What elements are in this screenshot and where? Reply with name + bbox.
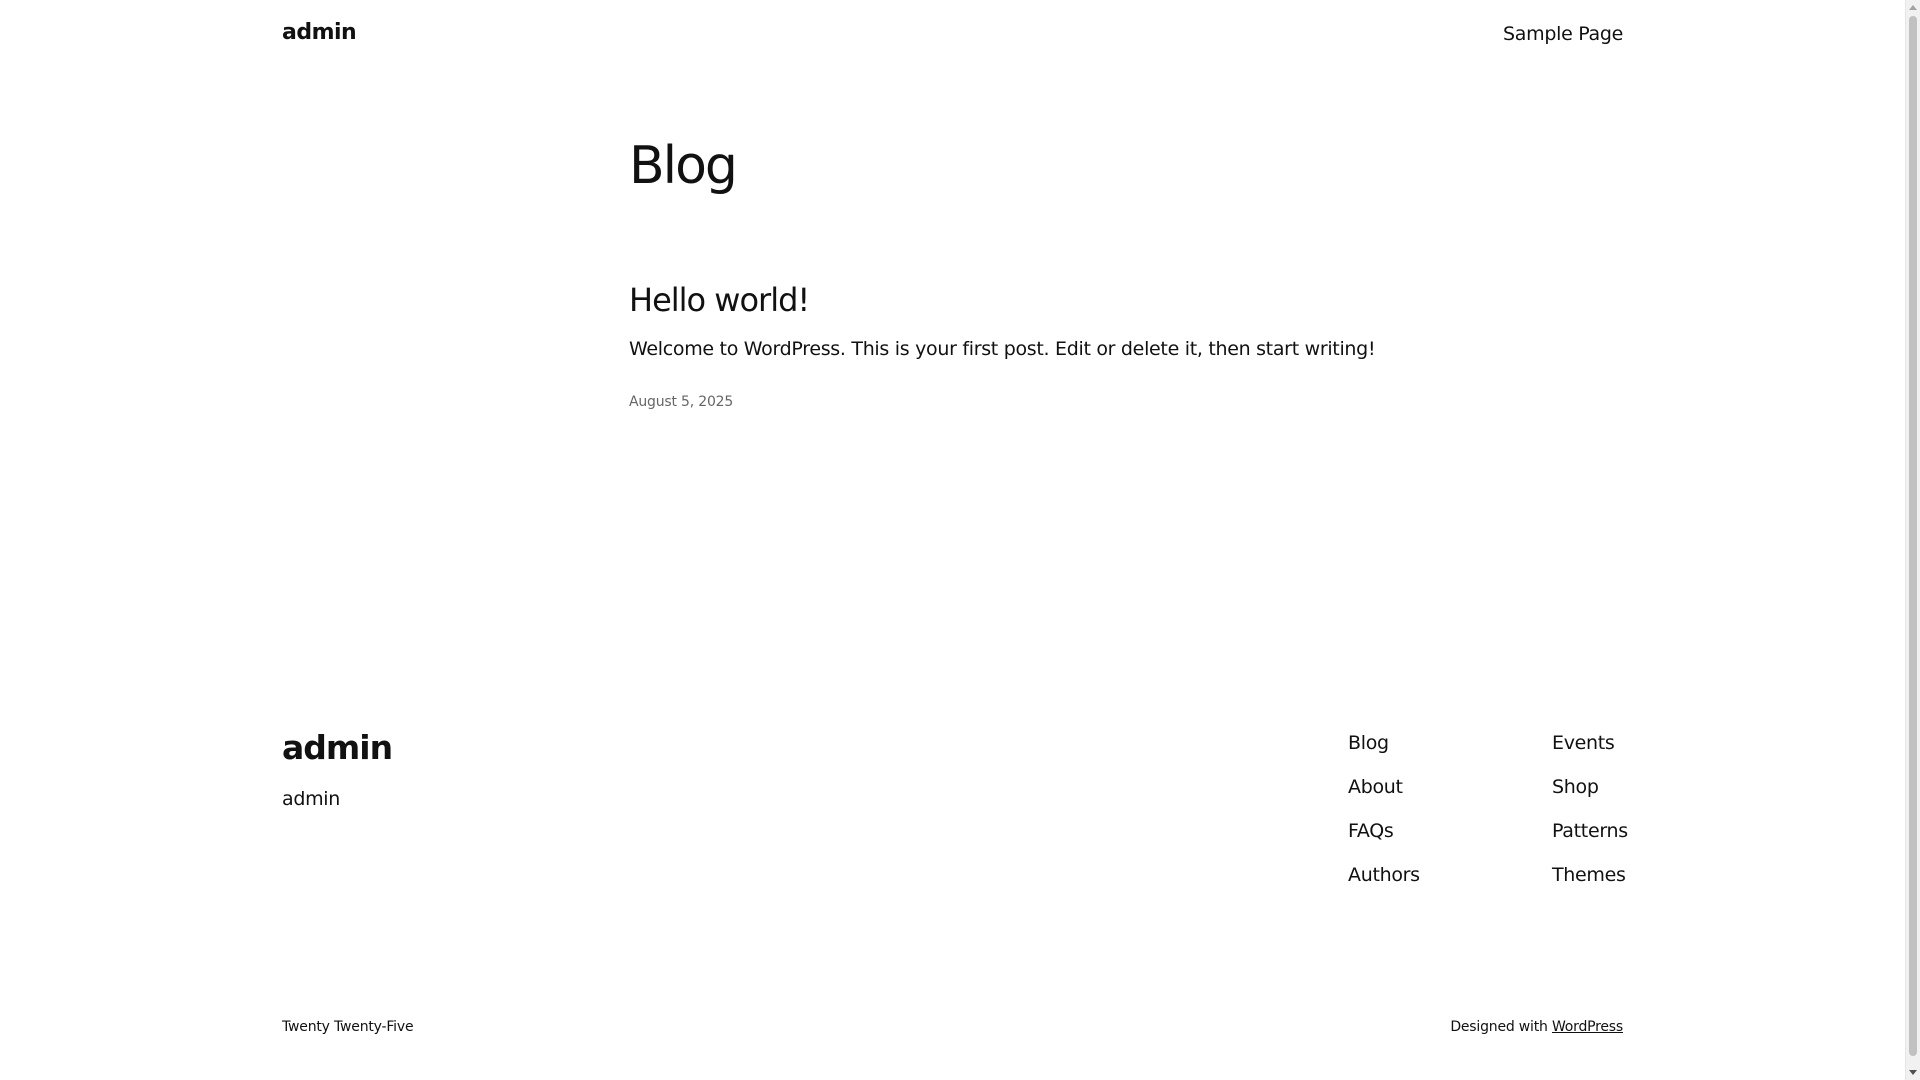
page: admin Sample Page Blog Hello world! Welc…: [0, 0, 1905, 1080]
vertical-scrollbar[interactable]: [1905, 0, 1920, 1080]
footer-link-events[interactable]: Events: [1552, 732, 1628, 776]
post-title: Hello world!: [629, 281, 810, 319]
footer-tagline: admin: [282, 788, 341, 810]
footer-nav-column-2: Events Shop Patterns Themes: [1552, 732, 1628, 908]
footer-link-about[interactable]: About: [1348, 776, 1420, 820]
footer-link-authors[interactable]: Authors: [1348, 864, 1420, 908]
designed-with-text: Designed with: [1450, 1019, 1548, 1035]
footer-site-title[interactable]: admin: [282, 728, 393, 767]
footer-nav-column-1: Blog About FAQs Authors: [1348, 732, 1420, 908]
footer-link-patterns[interactable]: Patterns: [1552, 820, 1628, 864]
footer-link-blog[interactable]: Blog: [1348, 732, 1420, 776]
wordpress-link[interactable]: WordPress: [1552, 1019, 1623, 1035]
scrollbar-thumb[interactable]: [1909, 16, 1917, 1056]
post-date: August 5, 2025: [629, 394, 734, 410]
footer-link-themes[interactable]: Themes: [1552, 864, 1628, 908]
page-title: Blog: [629, 136, 738, 196]
scroll-up-arrow-icon[interactable]: [1909, 5, 1917, 10]
post-title-link[interactable]: Hello world!: [629, 281, 810, 319]
theme-credit: Twenty Twenty-Five: [282, 1019, 414, 1035]
footer-link-shop[interactable]: Shop: [1552, 776, 1628, 820]
scroll-down-arrow-icon[interactable]: [1909, 1070, 1917, 1075]
post-excerpt: Welcome to WordPress. This is your first…: [629, 338, 1376, 360]
header-site-title[interactable]: admin: [282, 20, 357, 45]
designed-with-credit: Designed with WordPress: [1450, 1019, 1623, 1035]
footer-link-faqs[interactable]: FAQs: [1348, 820, 1420, 864]
nav-link-sample-page[interactable]: Sample Page: [1503, 23, 1623, 45]
